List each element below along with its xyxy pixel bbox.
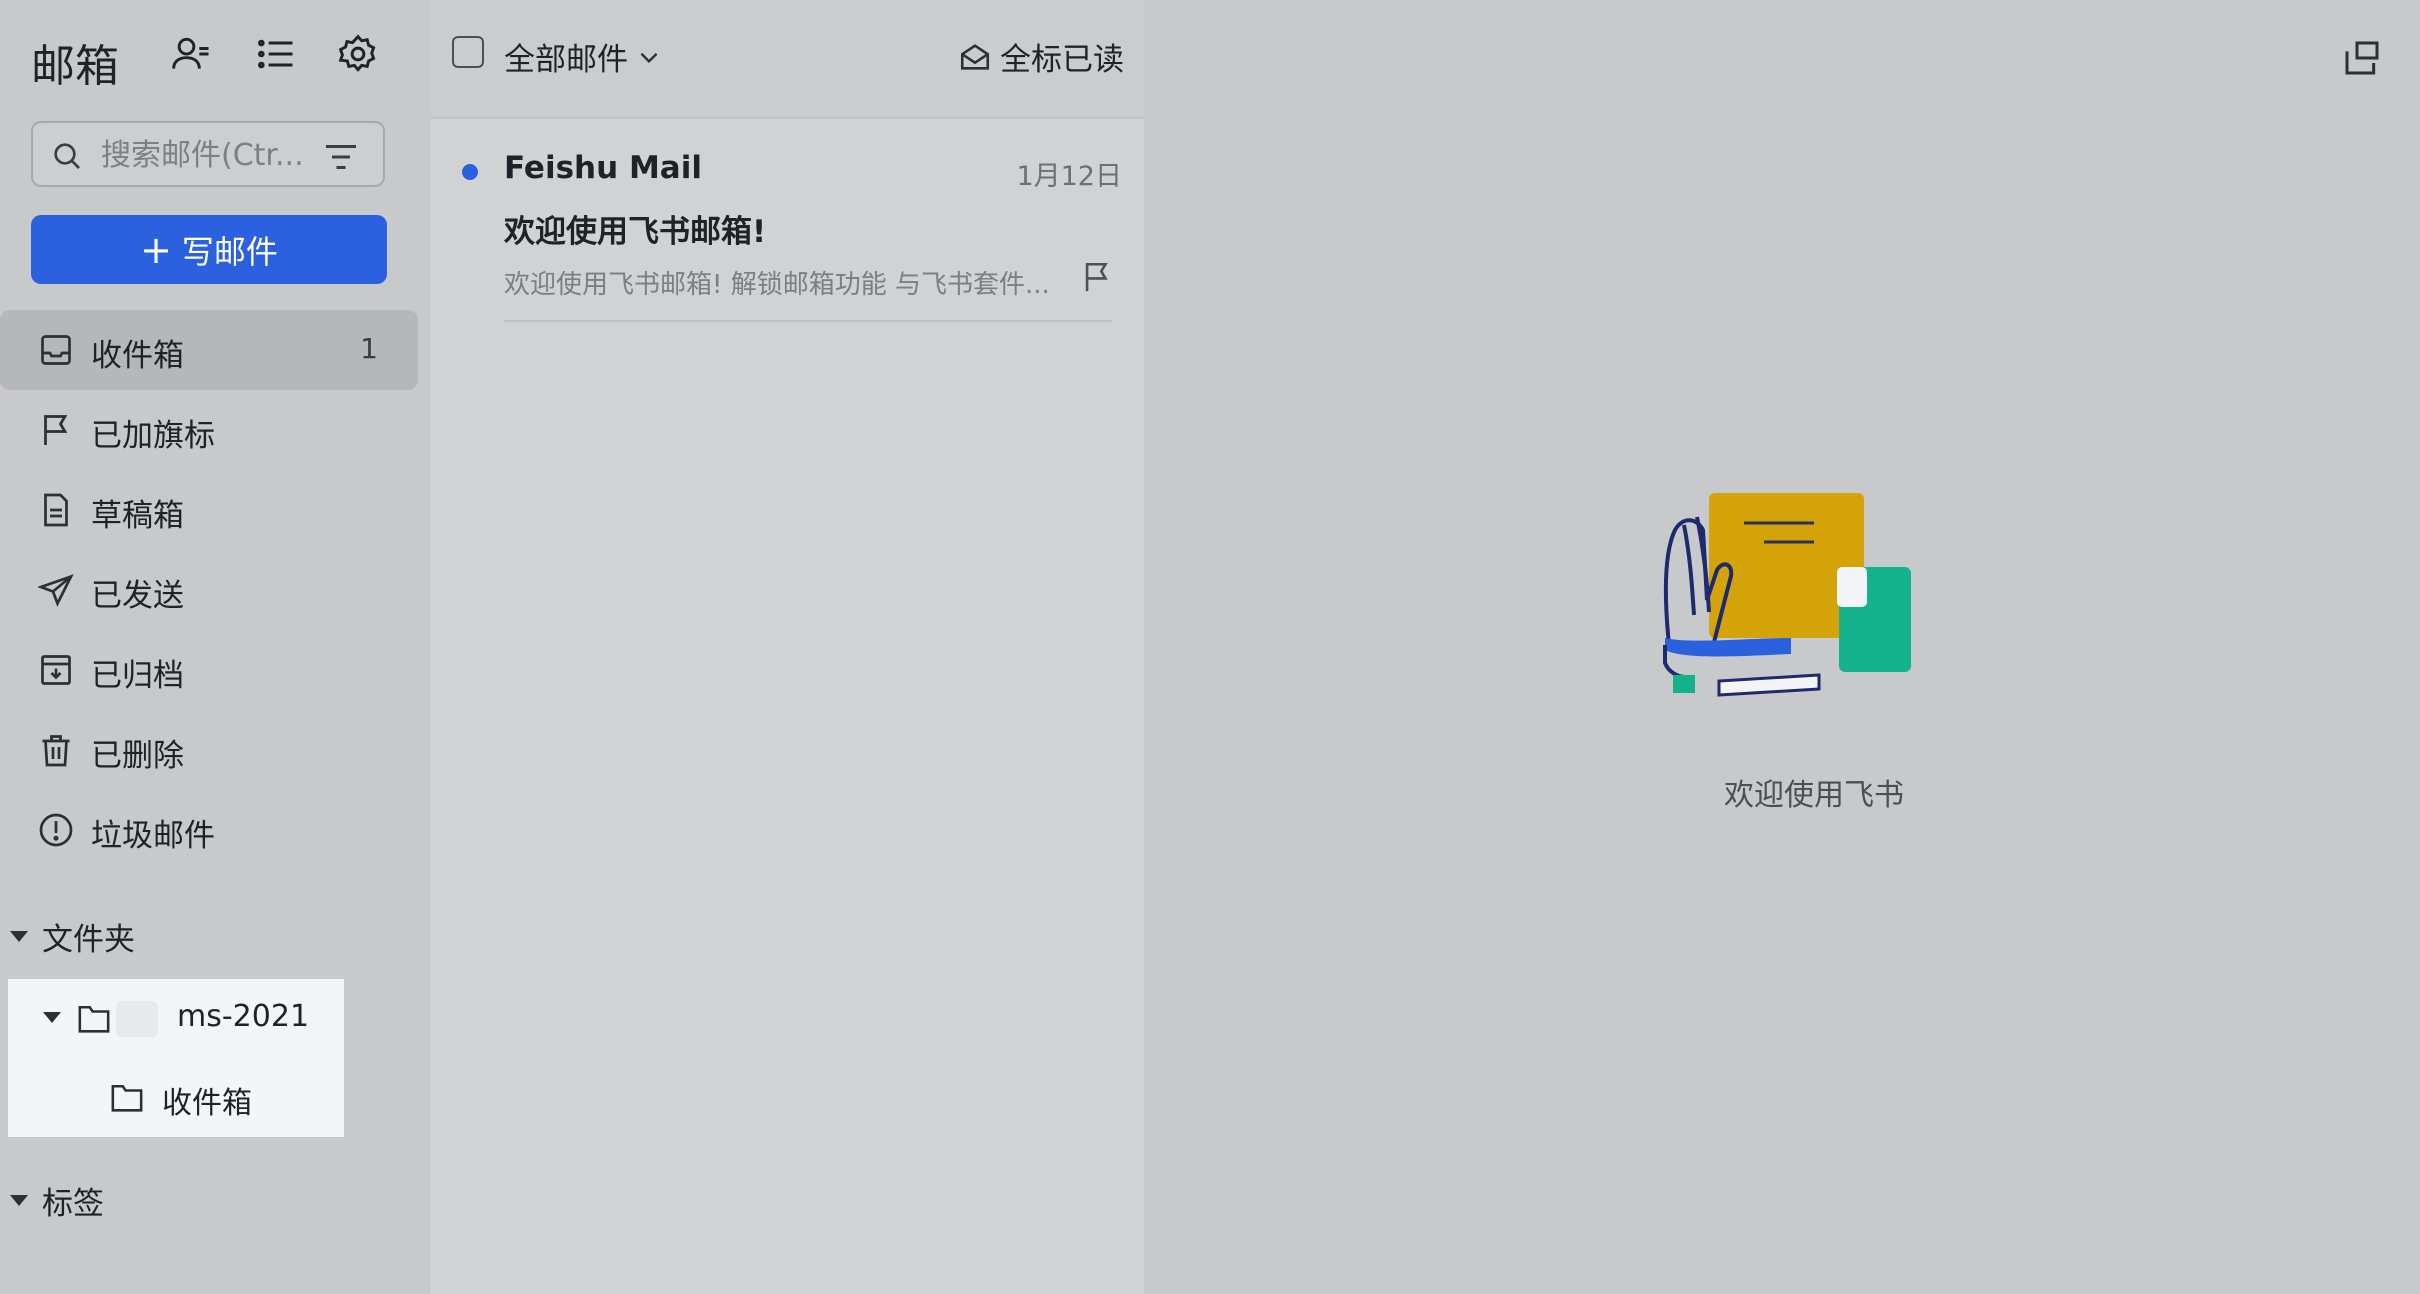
plus-icon: + bbox=[140, 227, 172, 272]
folders-section-toggle[interactable]: 文件夹 bbox=[10, 914, 135, 959]
nav-label: 草稿箱 bbox=[91, 498, 184, 534]
folder-child-inbox[interactable]: 收件箱 bbox=[8, 1058, 344, 1137]
nav-item-archived[interactable]: 已归档 bbox=[0, 630, 418, 710]
folder-icon bbox=[77, 1003, 111, 1033]
app-title: 邮箱 bbox=[31, 41, 119, 92]
folder-account-label: ms-2021 bbox=[177, 999, 310, 1034]
open-envelope-icon bbox=[960, 43, 990, 70]
archive-icon bbox=[38, 652, 74, 688]
nav-item-deleted[interactable]: 已删除 bbox=[0, 710, 418, 790]
mail-filter-dropdown[interactable]: 全部邮件 bbox=[504, 34, 662, 79]
nav-label: 已发送 bbox=[91, 578, 184, 614]
inbox-icon bbox=[38, 332, 74, 368]
flag-icon[interactable] bbox=[1080, 260, 1114, 296]
caret-down-icon bbox=[10, 931, 28, 942]
folders-label: 文件夹 bbox=[42, 922, 135, 958]
folder-icon bbox=[110, 1082, 144, 1112]
nav-item-inbox[interactable]: 收件箱 1 bbox=[0, 310, 418, 390]
mail-list-item[interactable]: Feishu Mail 1月12日 欢迎使用飞书邮箱! 欢迎使用飞书邮箱! 解锁… bbox=[430, 130, 1144, 325]
folder-tree: ms-2021 收件箱 bbox=[8, 979, 344, 1137]
folder-account[interactable]: ms-2021 bbox=[8, 979, 344, 1058]
nav-item-spam[interactable]: 垃圾邮件 bbox=[0, 790, 418, 870]
filter-label: 全部邮件 bbox=[504, 42, 628, 78]
nav-label: 收件箱 bbox=[91, 338, 184, 374]
search-icon bbox=[51, 140, 83, 172]
mail-detail-pane: 欢迎使用飞书 bbox=[1144, 0, 2420, 1294]
mark-all-read-button[interactable]: 全标已读 bbox=[958, 34, 1124, 79]
contacts-icon[interactable] bbox=[170, 32, 214, 76]
search-input[interactable] bbox=[99, 131, 343, 179]
nav-label: 已归档 bbox=[91, 658, 184, 694]
settings-gear-icon[interactable] bbox=[336, 32, 380, 76]
spam-icon bbox=[38, 812, 74, 848]
mail-list-header: 全部邮件 全标已读 bbox=[430, 0, 1144, 119]
empty-state-text: 欢迎使用飞书 bbox=[1724, 778, 1904, 813]
mark-all-read-label: 全标已读 bbox=[1000, 42, 1124, 78]
divider bbox=[504, 320, 1112, 322]
nav-item-sent[interactable]: 已发送 bbox=[0, 550, 418, 630]
draft-icon bbox=[38, 492, 74, 528]
open-in-new-window-icon[interactable] bbox=[2342, 38, 2382, 76]
filter-icon[interactable] bbox=[323, 139, 359, 173]
mail-date: 1月12日 bbox=[1016, 161, 1122, 192]
mail-list-pane: 全部邮件 全标已读 Feishu Mail 1月12日 欢迎使用飞书邮箱! 欢迎… bbox=[430, 0, 1144, 1294]
tags-label: 标签 bbox=[42, 1186, 104, 1222]
sidebar: 邮箱 + 写邮件 收件箱 1 bbox=[0, 0, 430, 1294]
search-box[interactable] bbox=[31, 121, 385, 187]
mail-subject: 欢迎使用飞书邮箱! bbox=[504, 214, 767, 250]
folder-child-label: 收件箱 bbox=[162, 1086, 252, 1121]
nav-label: 已删除 bbox=[91, 738, 184, 774]
list-view-icon[interactable] bbox=[254, 32, 298, 76]
compose-label: 写邮件 bbox=[181, 232, 278, 271]
unread-dot bbox=[462, 164, 478, 180]
nav-item-flagged[interactable]: 已加旗标 bbox=[0, 390, 418, 470]
unread-count: 1 bbox=[360, 332, 378, 365]
compose-button[interactable]: + 写邮件 bbox=[31, 215, 387, 284]
mail-preview: 欢迎使用飞书邮箱! 解锁邮箱功能 与飞书套件... bbox=[504, 270, 1050, 300]
nav-label: 已加旗标 bbox=[91, 418, 215, 454]
welcome-illustration bbox=[1663, 493, 1911, 697]
nav-item-drafts[interactable]: 草稿箱 bbox=[0, 470, 418, 550]
redacted-avatar bbox=[116, 1001, 158, 1037]
select-all-checkbox[interactable] bbox=[452, 36, 484, 68]
caret-down-icon[interactable] bbox=[43, 1012, 61, 1023]
caret-down-icon bbox=[10, 1195, 28, 1206]
nav-label: 垃圾邮件 bbox=[91, 818, 215, 854]
send-icon bbox=[37, 572, 74, 608]
chevron-down-icon bbox=[640, 52, 658, 63]
flag-icon bbox=[38, 412, 74, 448]
mail-sender: Feishu Mail bbox=[504, 150, 702, 186]
tags-section-toggle[interactable]: 标签 bbox=[10, 1178, 104, 1223]
trash-icon bbox=[38, 732, 74, 768]
